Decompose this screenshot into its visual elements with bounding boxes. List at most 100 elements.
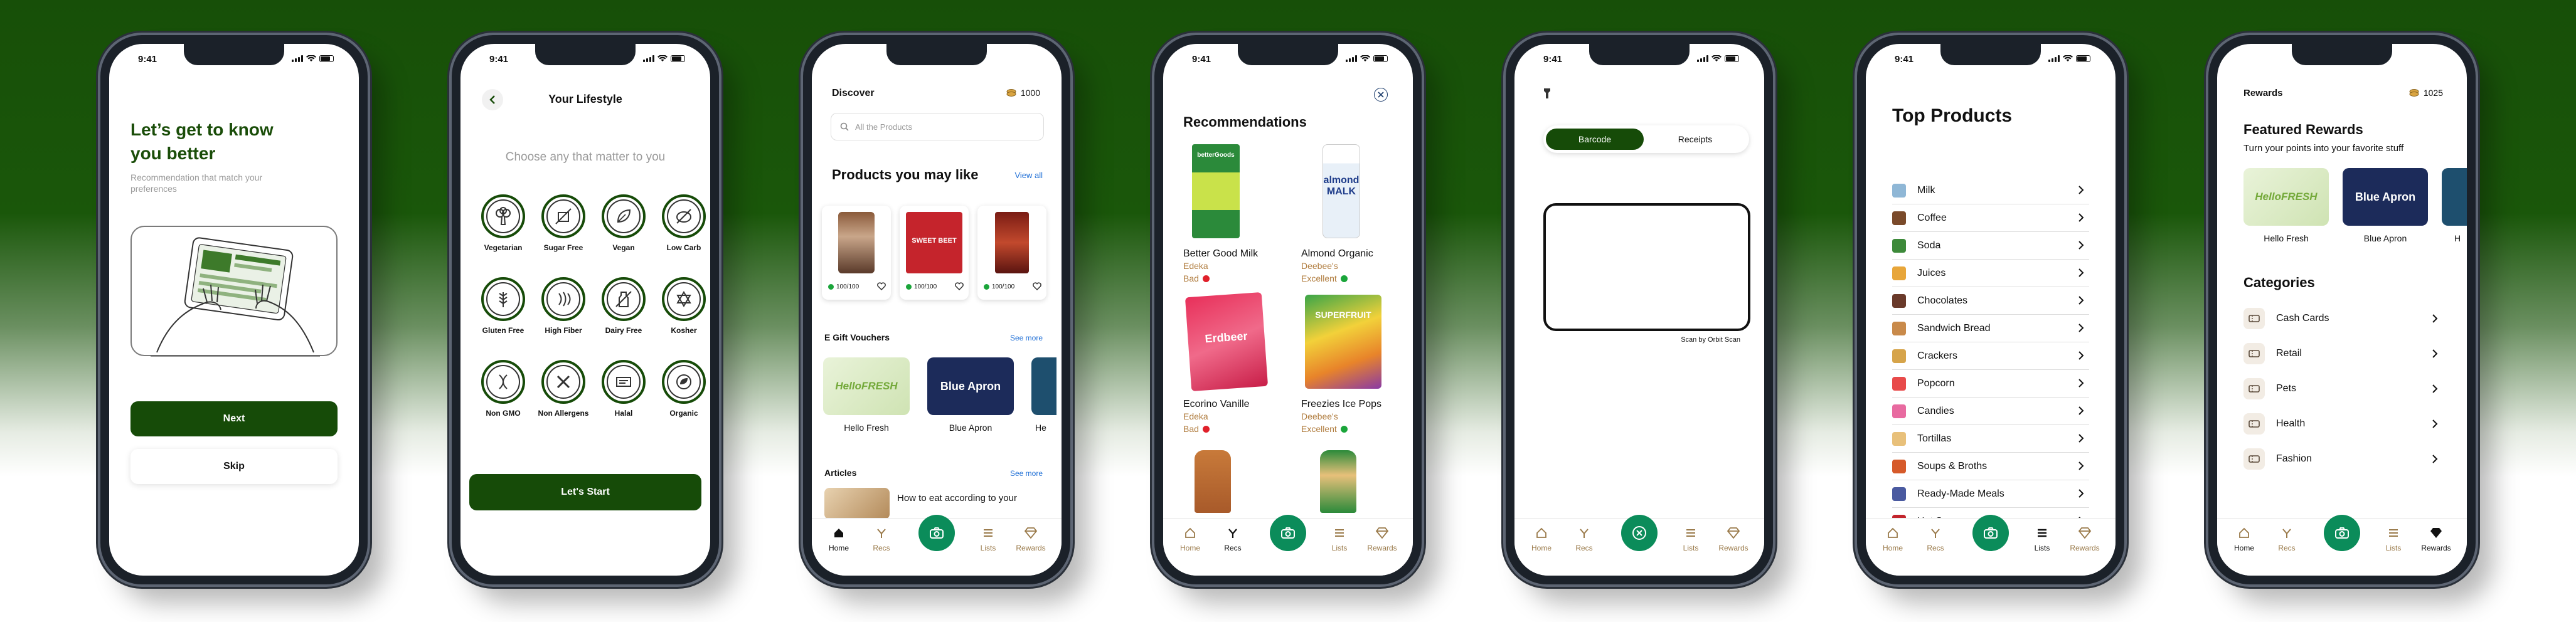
product-card[interactable]: 100/100 [822, 206, 891, 300]
tab-bar: Home Recs Lists Rewards [2217, 515, 2467, 576]
product-rating: Excellent [1301, 424, 1348, 434]
flashlight-icon[interactable] [1543, 88, 1551, 99]
voucher-hellofresh-card[interactable]: HelloFRESH [823, 357, 910, 415]
product-image[interactable] [1195, 450, 1231, 513]
rating-dot [1202, 275, 1210, 282]
category-row[interactable]: Fashion [2243, 441, 2440, 477]
top-product-row[interactable]: Chocolates [1892, 287, 2089, 315]
heart-icon[interactable] [877, 282, 886, 290]
camera-button[interactable] [1972, 515, 2009, 551]
product-brand: Edeka [1183, 411, 1208, 421]
diamond-icon [1024, 527, 1038, 539]
top-product-row[interactable]: Tortillas [1892, 425, 2089, 453]
camera-button[interactable] [918, 515, 955, 551]
tab-recs[interactable]: Recs [1562, 526, 1606, 552]
top-product-row[interactable]: Sandwich Bread [1892, 315, 2089, 342]
tab-rewards[interactable]: Rewards [1711, 526, 1755, 552]
pref-low-carb[interactable]: Low Carb [652, 194, 710, 252]
tab-rewards[interactable]: Rewards [2414, 526, 2458, 552]
top-product-row[interactable]: Coffee [1892, 204, 2089, 232]
points-value: 1025 [2423, 88, 2443, 98]
pref-dairy-free[interactable]: Dairy Free [592, 277, 655, 335]
articles-see-more-link[interactable]: See more [1010, 469, 1043, 478]
next-button[interactable]: Next [130, 401, 338, 436]
tab-rewards[interactable]: Rewards [1009, 526, 1053, 552]
reward-card-partial[interactable] [2442, 168, 2467, 226]
tab-home[interactable]: Home [1520, 526, 1563, 552]
product-image[interactable] [1320, 450, 1356, 513]
reward-hellofresh-card[interactable]: HelloFRESH [2243, 168, 2329, 226]
top-product-row[interactable]: Juices [1892, 260, 2089, 287]
tab-home[interactable]: Home [1871, 526, 1915, 552]
top-product-row[interactable]: Popcorn [1892, 370, 2089, 398]
tab-home[interactable]: Home [817, 526, 861, 552]
reward-blueapron-card[interactable]: Blue Apron [2343, 168, 2428, 226]
pref-sugar-free[interactable]: Sugar Free [532, 194, 595, 252]
heart-icon[interactable] [955, 282, 964, 290]
page-title: Top Products [1892, 105, 2013, 126]
camera-button[interactable] [2324, 515, 2360, 551]
product-image[interactable]: almond MALK [1323, 144, 1360, 238]
tab-lists[interactable]: Lists [2020, 526, 2064, 552]
list-icon [1686, 529, 1695, 537]
tab-home[interactable]: Home [1168, 526, 1212, 552]
phone-scanner: 9:41 Barcode Receipts Scan by Orbit Scan… [1506, 35, 1773, 584]
article-thumbnail[interactable] [824, 488, 890, 519]
pref-label: Low Carb [666, 243, 701, 252]
tab-lists[interactable]: Lists [1317, 526, 1361, 552]
product-card[interactable]: SWEET BEET 100/100 [900, 206, 969, 300]
top-product-row[interactable]: Crackers [1892, 342, 2089, 370]
tab-lists[interactable]: Lists [966, 526, 1010, 552]
pref-halal[interactable]: Halal [592, 360, 655, 418]
product-card[interactable]: 100/100 [977, 206, 1046, 300]
tab-recs[interactable]: Recs [860, 526, 903, 552]
tab-recs[interactable]: Recs [1913, 526, 1957, 552]
pref-kosher[interactable]: Kosher [652, 277, 710, 335]
skip-button[interactable]: Skip [130, 449, 338, 484]
barcode-tab[interactable]: Barcode [1546, 129, 1644, 150]
pref-organic[interactable]: Organic [652, 360, 710, 418]
wifi-icon [1711, 55, 1722, 61]
article-title[interactable]: How to eat according to your [897, 493, 1017, 503]
tab-rewards[interactable]: Rewards [1360, 526, 1404, 552]
pref-high-fiber[interactable]: High Fiber [532, 277, 595, 335]
category-row[interactable]: Retail [2243, 336, 2440, 371]
pref-non-gmo[interactable]: Non GMO [472, 360, 535, 418]
top-product-row[interactable]: Candies [1892, 398, 2089, 425]
lets-start-button[interactable]: Let's Start [469, 474, 701, 510]
page-title: Your Lifestyle [548, 93, 622, 105]
voucher-blueapron-card[interactable]: Blue Apron [927, 357, 1014, 415]
voucher-card-partial[interactable] [1031, 357, 1056, 415]
tab-recs[interactable]: Recs [2265, 526, 2309, 552]
tab-rewards[interactable]: Rewards [2063, 526, 2107, 552]
tab-recs[interactable]: Recs [1211, 526, 1255, 552]
top-product-row[interactable]: Milk [1892, 177, 2089, 204]
category-row[interactable]: Pets [2243, 371, 2440, 406]
top-product-row[interactable]: Soda [1892, 232, 2089, 260]
tab-lists[interactable]: Lists [1669, 526, 1713, 552]
tab-lists[interactable]: Lists [2371, 526, 2415, 552]
camera-button[interactable] [1270, 515, 1306, 551]
close-scan-button[interactable] [1621, 515, 1658, 551]
pref-vegetarian[interactable]: Vegetarian [472, 194, 535, 252]
top-product-row[interactable]: Soups & Broths [1892, 453, 2089, 480]
close-button[interactable] [1374, 88, 1388, 102]
pref-label: Halal [614, 409, 633, 418]
product-image[interactable]: SUPERFRUIT [1305, 295, 1381, 389]
search-input[interactable]: All the Products [831, 113, 1044, 140]
tab-home[interactable]: Home [2222, 526, 2266, 552]
top-product-row[interactable]: Ready-Made Meals [1892, 480, 2089, 508]
product-image[interactable]: betterGoods [1192, 144, 1240, 238]
chevron-right-icon [2078, 268, 2084, 277]
receipts-tab[interactable]: Receipts [1646, 129, 1744, 150]
pref-gluten-free[interactable]: Gluten Free [472, 277, 535, 335]
vouchers-see-more-link[interactable]: See more [1010, 334, 1043, 342]
category-row[interactable]: Cash Cards [2243, 301, 2440, 336]
pref-non-allergens[interactable]: Non Allergens [532, 360, 595, 418]
coins-icon [1006, 89, 1016, 97]
heart-icon[interactable] [1033, 282, 1041, 290]
pref-vegan[interactable]: Vegan [592, 194, 655, 252]
category-row[interactable]: Health [2243, 406, 2440, 441]
view-all-link[interactable]: View all [1014, 171, 1043, 180]
product-image[interactable]: Erdbeer [1184, 292, 1269, 392]
